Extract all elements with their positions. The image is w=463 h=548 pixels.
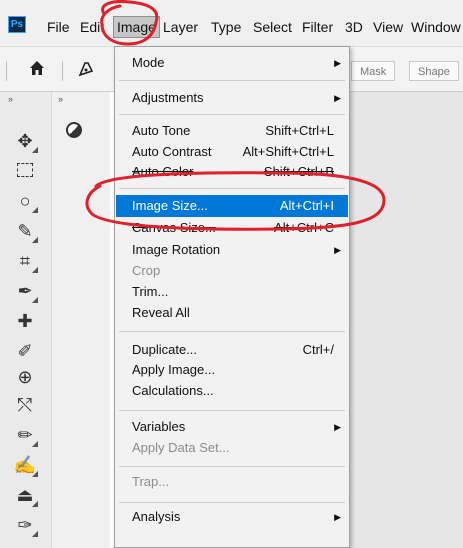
menu-view[interactable]: View [373, 16, 403, 38]
menu-item-duplicate[interactable]: Duplicate... Ctrl+/ [116, 339, 348, 361]
menu-item-label: Variables [132, 419, 186, 434]
submenu-arrow-icon: ▶ [334, 58, 341, 68]
smudge-tool-icon[interactable]: ✑ ◢ [10, 512, 40, 538]
crop-tool-icon[interactable]: ⌗ ◢ [10, 248, 40, 274]
menu-item-label: Trim... [132, 284, 169, 299]
menu-type[interactable]: Type [211, 16, 241, 38]
history-brush-tool-icon[interactable]: ⤲ [10, 392, 40, 418]
menu-separator [119, 466, 345, 467]
quick-selection-tool-icon[interactable]: ✎ ◢ [10, 218, 40, 244]
eraser-tool-icon[interactable]: ✏ ◢ [10, 422, 40, 448]
menu-item-variables[interactable]: Variables ▶ [116, 416, 348, 438]
menu-item-label: Auto Tone [132, 123, 191, 138]
menu-item-reveal-all[interactable]: Reveal All [116, 302, 348, 324]
menu-filter[interactable]: Filter [302, 16, 333, 38]
pen-tool-icon[interactable] [76, 59, 96, 84]
menu-item-label: Reveal All [132, 305, 190, 320]
menu-item-auto-tone[interactable]: Auto Tone Shift+Ctrl+L [116, 120, 348, 142]
menu-item-label: Trap... [132, 474, 170, 489]
menu-item-label: Auto Contrast [132, 144, 212, 159]
options-divider [62, 61, 63, 81]
submenu-arrow-icon: ▶ [334, 93, 341, 103]
menu-item-shortcut: Alt+Shift+Ctrl+L [242, 144, 334, 159]
move-tool-icon[interactable]: ✥ ◢ [10, 128, 40, 154]
mask-button[interactable]: Mask [351, 61, 396, 81]
menu-select[interactable]: Select [253, 16, 292, 38]
menu-item-label: Apply Image... [132, 362, 216, 377]
menu-separator [119, 331, 345, 332]
menu-file[interactable]: File [47, 16, 70, 38]
menu-item-trim[interactable]: Trim... [116, 281, 348, 303]
gradient-tool-icon[interactable]: ✍ ◢ [10, 452, 40, 478]
menu-item-label: Mode [132, 55, 165, 70]
submenu-arrow-icon: ▶ [334, 512, 341, 522]
quick-mask-icon[interactable] [66, 122, 82, 138]
menu-separator [119, 502, 345, 503]
menu-item-image-rotation[interactable]: Image Rotation ▶ [116, 239, 348, 261]
menu-item-trap[interactable]: Trap... [116, 471, 348, 493]
menu-item-calculations[interactable]: Calculations... [116, 380, 348, 402]
menu-item-shortcut: Ctrl+/ [302, 342, 334, 357]
menu-item-auto-color[interactable]: Auto Color Shift+Ctrl+B [116, 161, 348, 183]
submenu-arrow-icon: ▶ [334, 422, 341, 432]
menu-separator [119, 188, 345, 189]
menu-separator [119, 80, 345, 81]
lasso-tool-icon[interactable]: ○ ◢ [10, 188, 40, 214]
menu-item-label: Image Size... [132, 198, 208, 213]
menu-item-shortcut: Alt+Ctrl+C [274, 220, 334, 235]
menu-item-adjustments[interactable]: Adjustments ▶ [116, 87, 348, 109]
submenu-arrow-icon: ▶ [334, 245, 341, 255]
menu-item-label: Calculations... [132, 383, 214, 398]
collapse-toolbar-icon[interactable]: » [8, 94, 13, 104]
menu-3d[interactable]: 3D [345, 16, 363, 38]
shape-button[interactable]: Shape [409, 61, 459, 81]
stamp-tool-icon[interactable]: ⏏ ◢ [10, 482, 40, 508]
menu-separator [119, 410, 345, 411]
collapse-panel-icon[interactable]: » [58, 94, 63, 104]
menu-item-label: Analysis [132, 509, 181, 524]
image-menu-dropdown: Mode ▶ Adjustments ▶ Auto Tone Shift+Ctr… [114, 46, 350, 548]
menu-item-label: Image Rotation [132, 242, 221, 257]
menu-item-label: Auto Color [132, 164, 194, 179]
menu-item-apply-data-set[interactable]: Apply Data Set... [116, 437, 348, 459]
menu-separator [119, 114, 345, 115]
menu-item-analysis[interactable]: Analysis ▶ [116, 506, 348, 528]
menu-item-label: Crop [132, 263, 161, 278]
home-icon[interactable] [28, 59, 46, 82]
menu-window[interactable]: Window [411, 16, 461, 38]
menu-item-apply-image[interactable]: Apply Image... [116, 359, 348, 381]
menu-item-crop[interactable]: Crop [116, 260, 348, 282]
menu-edit[interactable]: Edit [80, 16, 104, 38]
menu-image[interactable]: Image [113, 16, 160, 38]
menu-item-shortcut: Shift+Ctrl+L [265, 123, 334, 138]
menu-item-mode[interactable]: Mode ▶ [116, 52, 348, 74]
marquee-tool-icon[interactable] [10, 158, 40, 184]
menu-item-auto-contrast[interactable]: Auto Contrast Alt+Shift+Ctrl+L [116, 141, 348, 163]
menu-item-label: Duplicate... [132, 342, 198, 357]
healing-brush-tool-icon[interactable]: ✚ [10, 308, 40, 334]
menu-layer[interactable]: Layer [163, 16, 198, 38]
photoshop-logo: Ps [8, 16, 26, 33]
clone-stamp-tool-icon[interactable]: ⊕ [10, 364, 40, 390]
document-area [350, 92, 463, 548]
menu-bar: Ps File Edit Image Layer Type Select Fil… [0, 0, 463, 46]
menu-item-shortcut: Shift+Ctrl+B [263, 164, 334, 179]
menu-item-label: Apply Data Set... [132, 440, 230, 455]
menu-item-label: Canvas Size... [132, 220, 216, 235]
eyedropper-tool-icon[interactable]: ✒ ◢ [10, 278, 40, 304]
menu-item-shortcut: Alt+Ctrl+I [279, 198, 334, 213]
menu-item-label: Adjustments [132, 90, 204, 105]
brush-tool-icon[interactable]: ✐ [10, 338, 40, 364]
menu-item-image-size[interactable]: Image Size... Alt+Ctrl+I [116, 195, 348, 217]
menu-item-canvas-size[interactable]: Canvas Size... Alt+Ctrl+C [116, 217, 348, 239]
options-divider [6, 61, 7, 81]
